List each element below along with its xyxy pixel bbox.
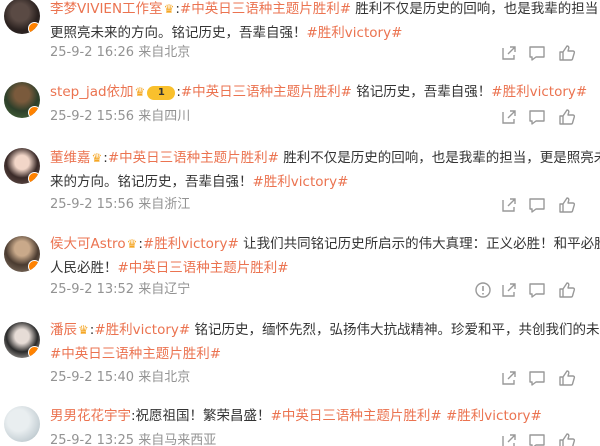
like-icon[interactable] bbox=[558, 432, 576, 446]
comment-date: 25-9-2 15:56 bbox=[50, 109, 135, 124]
comment-body: 铭记历史，吾辈自强！ bbox=[352, 84, 492, 100]
level-badge: 1 bbox=[147, 86, 176, 100]
like-icon[interactable] bbox=[558, 108, 576, 126]
verified-badge-icon bbox=[28, 260, 40, 272]
comment-body: 更照亮未来的方向。铭记历史，吾辈自强！ bbox=[50, 25, 307, 41]
verified-badge-icon bbox=[28, 346, 40, 358]
comment-actions bbox=[500, 432, 600, 446]
comment-body: 胜利不仅是历史的回响，也是我辈的担当， bbox=[351, 1, 600, 17]
avatar[interactable] bbox=[4, 0, 40, 34]
share-icon[interactable] bbox=[500, 369, 518, 387]
like-icon[interactable] bbox=[558, 196, 576, 214]
comment-body: 人民必胜！ bbox=[50, 260, 118, 276]
share-icon[interactable] bbox=[500, 432, 518, 446]
comment-meta: 25-9-2 15:40 来自北京 bbox=[50, 369, 190, 387]
comment-actions bbox=[500, 44, 600, 62]
username[interactable]: 男男花花宇宇 bbox=[50, 408, 131, 424]
topic-link[interactable]: #中英日三语种主题片胜利# bbox=[118, 260, 289, 276]
username[interactable]: 李梦VIVIEN工作室 bbox=[50, 1, 163, 17]
comment-date: 25-9-2 13:25 bbox=[50, 433, 135, 446]
topic-link[interactable]: #胜利victory# bbox=[94, 322, 190, 338]
avatar[interactable] bbox=[4, 148, 40, 184]
topic-link[interactable]: #中英日三语种主题片胜利# bbox=[180, 1, 351, 17]
comment-location: 来自北京 bbox=[138, 370, 191, 385]
comment-meta: 25-9-2 16:26 来自北京 bbox=[50, 44, 190, 62]
crown-icon: ♛ bbox=[91, 151, 103, 165]
crown-icon: ♛ bbox=[126, 237, 138, 251]
comment-meta: 25-9-2 13:25 来自马来西亚 bbox=[50, 432, 216, 446]
comment-meta: 25-9-2 15:56 来自四川 bbox=[50, 108, 190, 126]
reply-icon[interactable] bbox=[528, 432, 546, 446]
username[interactable]: step_jad依加 bbox=[50, 84, 134, 100]
comment-body: 让我们共同铭记历史所启示的伟大真理：正义必胜！和平必胜 bbox=[238, 236, 600, 252]
comment-location: 来自浙江 bbox=[138, 197, 191, 212]
avatar[interactable] bbox=[4, 82, 40, 118]
topic-link[interactable]: #胜利victory# bbox=[446, 408, 542, 424]
topic-link[interactable]: #胜利victory# bbox=[253, 174, 349, 190]
like-icon[interactable] bbox=[558, 369, 576, 387]
comment-date: 25-9-2 13:52 bbox=[50, 282, 135, 297]
crown-icon: ♛ bbox=[78, 323, 89, 337]
comment-body: 来的方向。铭记历史，吾辈自强！ bbox=[50, 174, 253, 190]
reply-icon[interactable] bbox=[528, 196, 546, 214]
comment-location: 来自四川 bbox=[138, 109, 191, 124]
reply-icon[interactable] bbox=[528, 369, 546, 387]
comment-meta: 25-9-2 15:56 来自浙江 bbox=[50, 196, 190, 214]
verified-badge-icon bbox=[28, 22, 40, 34]
comment-text: 侯大可Astro♛:#胜利victory# 让我们共同铭记历史所启示的伟大真理：… bbox=[50, 232, 600, 280]
comment-text: 男男花花宇宇:祝愿祖国！繁荣昌盛！#中英日三语种主题片胜利# #胜利victor… bbox=[50, 404, 600, 428]
comment-date: 25-9-2 15:40 bbox=[50, 370, 135, 385]
comment-location: 来自辽宁 bbox=[138, 282, 191, 297]
avatar[interactable] bbox=[4, 236, 40, 272]
topic-link[interactable]: #中英日三语种主题片胜利# bbox=[50, 346, 221, 362]
comment-actions bbox=[475, 281, 600, 299]
comment-actions bbox=[500, 196, 600, 214]
comment-actions bbox=[500, 108, 600, 126]
warn-icon[interactable] bbox=[474, 281, 492, 299]
comment-meta: 25-9-2 13:52 来自辽宁 bbox=[50, 281, 190, 299]
comment-text: 潘辰♛:#胜利victory# 铭记历史，缅怀先烈，弘扬伟大抗战精神。珍爱和平，… bbox=[50, 318, 600, 366]
comment-text: 董维嘉♛:#中英日三语种主题片胜利# 胜利不仅是历史的回响，也是我辈的担当，更是… bbox=[50, 146, 600, 194]
avatar[interactable] bbox=[4, 322, 40, 358]
verified-badge-icon bbox=[28, 172, 40, 184]
comment-text: 李梦VIVIEN工作室♛:#中英日三语种主题片胜利# 胜利不仅是历史的回响，也是… bbox=[50, 0, 600, 45]
comment-location: 来自马来西亚 bbox=[138, 433, 217, 446]
crown-icon: ♛ bbox=[163, 2, 175, 16]
share-icon[interactable] bbox=[500, 108, 518, 126]
comment-date: 25-9-2 16:26 bbox=[50, 45, 135, 60]
comment-location: 来自北京 bbox=[138, 45, 191, 60]
like-icon[interactable] bbox=[558, 281, 576, 299]
share-icon[interactable] bbox=[500, 196, 518, 214]
crown-icon: ♛ bbox=[134, 85, 146, 99]
verified-badge-icon bbox=[28, 106, 40, 118]
comment-date: 25-9-2 15:56 bbox=[50, 197, 135, 212]
topic-link[interactable]: #胜利victory# bbox=[307, 25, 403, 41]
topic-link[interactable]: #中英日三语种主题片胜利# bbox=[181, 84, 352, 100]
reply-icon[interactable] bbox=[528, 281, 546, 299]
share-icon[interactable] bbox=[500, 281, 518, 299]
username[interactable]: 董维嘉 bbox=[50, 150, 91, 166]
comment-body: 胜利不仅是历史的回响，也是我辈的担当，更是照亮未 bbox=[278, 150, 600, 166]
topic-link[interactable]: #中英日三语种主题片胜利# bbox=[108, 150, 279, 166]
like-icon[interactable] bbox=[558, 44, 576, 62]
share-icon[interactable] bbox=[500, 44, 518, 62]
comment-body: 铭记历史，缅怀先烈，弘扬伟大抗战精神。珍爱和平，共创我们的未来！ bbox=[190, 322, 600, 338]
avatar[interactable] bbox=[4, 406, 40, 442]
comment-text: step_jad依加♛ 1:#中英日三语种主题片胜利# 铭记历史，吾辈自强！#胜利… bbox=[50, 80, 600, 104]
username[interactable]: 潘辰 bbox=[50, 322, 77, 338]
comment-actions bbox=[500, 369, 600, 387]
topic-link[interactable]: #胜利victory# bbox=[491, 84, 587, 100]
reply-icon[interactable] bbox=[528, 108, 546, 126]
reply-icon[interactable] bbox=[528, 44, 546, 62]
topic-link[interactable]: #中英日三语种主题片胜利# bbox=[271, 408, 442, 424]
text-prefix: :祝愿祖国！繁荣昌盛！ bbox=[131, 408, 271, 424]
username[interactable]: 侯大可Astro bbox=[50, 236, 126, 252]
topic-link[interactable]: #胜利victory# bbox=[143, 236, 239, 252]
